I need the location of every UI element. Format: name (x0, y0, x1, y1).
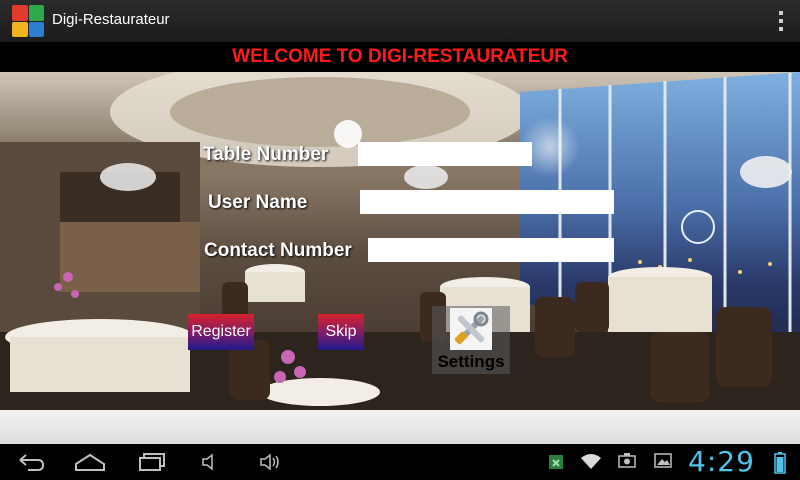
gallery-icon (654, 453, 672, 468)
user-name-input[interactable] (360, 190, 614, 214)
camera-icon (618, 453, 636, 468)
back-icon[interactable] (16, 452, 46, 472)
recent-apps-icon[interactable] (138, 452, 166, 472)
app-title: Digi-Restaurateur (52, 11, 170, 28)
overflow-menu-icon[interactable] (778, 11, 784, 31)
store-icon (549, 455, 563, 469)
status-clock: 4:29 (688, 445, 755, 478)
tools-icon (450, 308, 492, 350)
settings-button[interactable]: Settings (432, 306, 510, 374)
table-number-input[interactable] (358, 142, 532, 166)
battery-icon (774, 452, 786, 474)
user-name-label: User Name (208, 192, 308, 213)
volume-down-icon[interactable] (200, 452, 220, 472)
register-button[interactable]: Register (188, 314, 254, 350)
volume-up-icon[interactable] (258, 452, 282, 472)
contact-number-input[interactable] (368, 238, 614, 262)
action-bar: Digi-Restaurateur (0, 0, 800, 43)
settings-label: Settings (437, 352, 505, 371)
app-logo-icon (12, 5, 44, 37)
system-nav-bar: 4:29 (0, 444, 800, 480)
content-bottom-strip (0, 410, 800, 444)
contact-number-label: Contact Number (204, 240, 352, 261)
skip-button[interactable]: Skip (318, 314, 364, 350)
welcome-banner: WELCOME TO DIGI-RESTAURATEUR (0, 42, 800, 72)
wifi-icon (581, 454, 601, 469)
table-number-label: Table Number (203, 144, 329, 165)
home-icon[interactable] (74, 452, 106, 472)
